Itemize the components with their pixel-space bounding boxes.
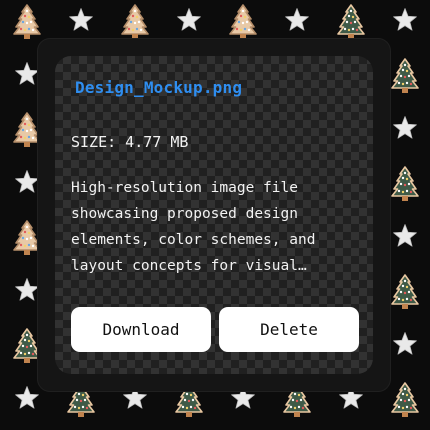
star-icon	[14, 277, 40, 303]
star-icon	[68, 7, 94, 33]
tree-cookie-icon	[390, 273, 420, 311]
tree-cookie-icon	[390, 165, 420, 203]
tree-cookie-icon	[228, 3, 258, 41]
tree-cookie-icon	[120, 3, 150, 41]
file-name: Design_Mockup.png	[75, 78, 243, 97]
download-button[interactable]: Download	[71, 307, 211, 352]
file-description: High-resolution image file showcasing pr…	[71, 180, 316, 274]
tree-cookie-icon	[390, 381, 420, 419]
tree-cookie-icon	[336, 3, 366, 41]
star-icon	[14, 169, 40, 195]
file-card: Design_Mockup.png SIZE: 4.77 MB High-res…	[38, 39, 390, 391]
tree-cookie-icon	[390, 57, 420, 95]
star-icon	[176, 7, 202, 33]
star-icon	[14, 61, 40, 87]
star-icon	[392, 115, 418, 141]
star-icon	[392, 331, 418, 357]
star-icon	[392, 7, 418, 33]
star-icon	[284, 7, 310, 33]
file-size: SIZE: 4.77 MB	[71, 133, 189, 151]
delete-button[interactable]: Delete	[219, 307, 359, 352]
star-icon	[392, 223, 418, 249]
star-icon	[14, 385, 40, 411]
tree-cookie-icon	[12, 3, 42, 41]
